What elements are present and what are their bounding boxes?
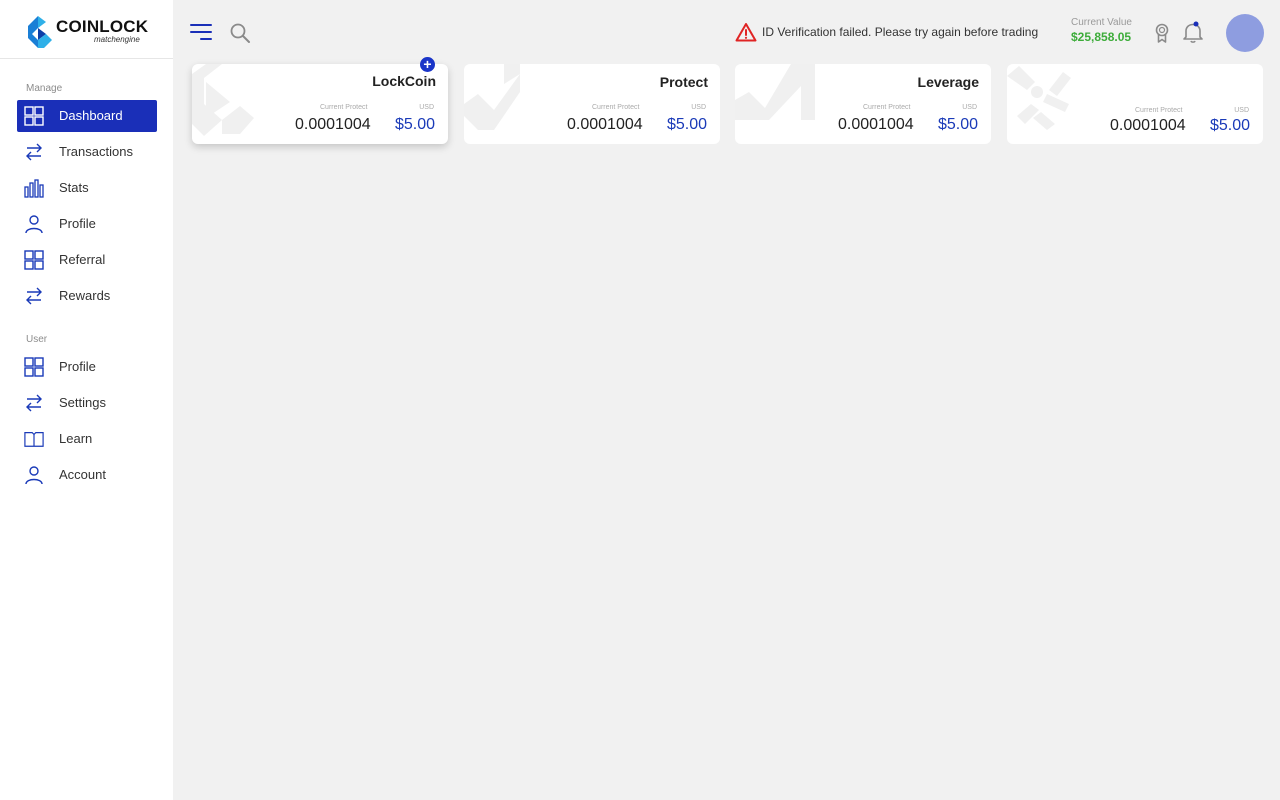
card-title: Protect [659,74,708,90]
sidebar-item-label: Profile [59,216,96,231]
search-icon [230,23,250,43]
hamburger-menu-icon [190,24,212,40]
current-protect-label: Current Protect [1135,107,1183,114]
grid-icon [24,106,44,126]
brand-tagline: matchengine [94,35,140,44]
usd-label: USD [691,104,706,111]
current-protect-label: Current Protect [592,104,640,111]
card-title: LockCoin [372,73,436,89]
grid-icon [24,357,44,377]
protect-watermark-icon [464,64,520,130]
arrows-swap-icon [26,287,42,305]
current-protect-label: Current Protect [320,104,368,111]
arrows-swap-icon [26,394,42,412]
section-label-manage: Manage [26,83,63,94]
sidebar-item-stats[interactable]: Stats [17,172,157,204]
card-amount: 0.0001004 [567,116,643,133]
usd-label: USD [1234,107,1249,114]
rewards-button[interactable] [1152,22,1172,44]
coinlock-logo-icon [28,16,52,48]
current-value: $25,858.05 [1071,30,1132,44]
card-amount: 0.0001004 [295,116,371,133]
current-protect-label: Current Protect [863,104,911,111]
book-icon [24,432,44,447]
card-amount: 0.0001004 [1110,117,1186,134]
sidebar-item-dashboard[interactable]: Dashboard [17,100,157,132]
card-amount: 0.0001004 [838,116,914,133]
card-protect[interactable]: Protect Current Protect USD 0.0001004 $5… [464,64,720,144]
card-leverage[interactable]: Leverage Current Protect USD 0.0001004 $… [735,64,991,144]
sidebar-item-label: Rewards [59,288,111,303]
sidebar-item-label: Profile [59,359,96,374]
sidebar-item-label: Referral [59,252,106,267]
sidebar-item-label: Settings [59,395,106,410]
leverage-watermark-icon [735,64,815,120]
card-price: $5.00 [1209,117,1250,134]
search-button[interactable] [229,22,251,44]
usd-label: USD [419,104,434,111]
usd-label: USD [962,104,977,111]
coinlock-logo[interactable]: COINLOCK matchengine [24,13,154,49]
menu-button[interactable] [190,22,212,42]
card-lockcoin[interactable]: + LockCoin Current Protect USD 0.0001004… [192,57,448,144]
lockcoin-watermark-icon [192,64,254,136]
card-price: $5.00 [937,116,978,133]
sidebar-item-transactions[interactable]: Transactions [17,136,157,168]
alert-text: ID Verification failed. Please try again… [762,25,1039,39]
exchange-watermark-icon [1007,66,1071,130]
sidebar-divider [0,58,173,59]
grid-icon [24,250,44,270]
warning-icon [735,23,757,42]
user-icon [25,215,43,234]
sidebar-item-label: Learn [59,431,93,446]
sidebar-item-settings[interactable]: Settings [17,387,157,419]
card-price: $5.00 [666,116,707,133]
user-icon [25,466,43,485]
award-ribbon-icon [1155,23,1169,43]
section-label-user: User [26,334,48,345]
current-value-label: Current Value [1071,17,1132,28]
avatar[interactable] [1226,14,1264,52]
sidebar-item-referral[interactable]: Referral [17,244,157,276]
card-exchange[interactable]: Current Protect USD 0.0001004 $5.00 [1007,64,1263,144]
arrows-swap-icon [26,143,42,161]
card-title: Leverage [917,74,979,90]
sidebar-item-learn[interactable]: Learn [17,423,157,455]
sidebar-item-rewards[interactable]: Rewards [17,280,157,312]
bell-icon [1183,21,1203,43]
add-button[interactable]: + [420,57,435,72]
sidebar-item-label: Dashboard [59,108,123,123]
brand-name: COINLOCK [56,17,149,36]
sidebar-item-label: Account [59,467,106,482]
sidebar-item-user-profile[interactable]: Profile [17,351,157,383]
bar-chart-icon [24,179,44,198]
sidebar: COINLOCK matchengine Manage Dashboard Tr… [0,0,173,800]
card-price: $5.00 [394,116,435,133]
sidebar-item-profile[interactable]: Profile [17,208,157,240]
notifications-button[interactable] [1182,20,1204,44]
sidebar-item-label: Transactions [59,144,133,159]
sidebar-item-label: Stats [59,180,89,195]
sidebar-item-account[interactable]: Account [17,459,157,491]
